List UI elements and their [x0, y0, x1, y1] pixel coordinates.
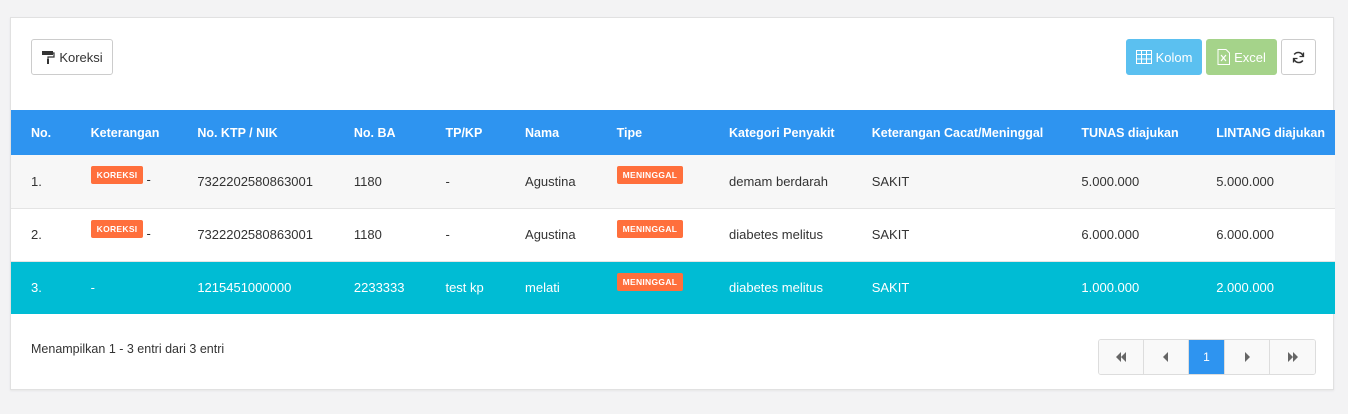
- col-header-ba[interactable]: No. BA: [334, 110, 426, 155]
- table-icon: [1135, 50, 1152, 64]
- cell-keterangan: KOREKSI -: [71, 208, 178, 261]
- cell-keterangan: KOREKSI -: [71, 155, 178, 208]
- pagination-info: Menampilkan 1 - 3 entri dari 3 entri: [31, 342, 225, 356]
- cell-ket-cacat: SAKIT: [871, 227, 910, 242]
- table-row[interactable]: 1. KOREKSI - 7322202580863001 1180 - Agu…: [11, 155, 1335, 208]
- col-header-tpkp[interactable]: TP/KP: [425, 110, 505, 155]
- koreksi-badge[interactable]: KOREKSI: [90, 166, 144, 185]
- excel-file-icon: [1217, 49, 1231, 65]
- col-header-ket-cacat[interactable]: Keterangan Cacat/Meninggal: [852, 110, 1062, 155]
- double-chevron-right-icon: [1287, 352, 1299, 362]
- excel-button[interactable]: Excel: [1206, 39, 1277, 75]
- table-row[interactable]: 2. KOREKSI - 7322202580863001 1180 - Agu…: [11, 208, 1335, 261]
- cell-tipe: MENINGGAL: [597, 155, 709, 208]
- cell-nik: 7322202580863001: [197, 173, 313, 189]
- col-header-keterangan[interactable]: Keterangan: [71, 110, 178, 155]
- table-header-row: No. Keterangan No. KTP / NIK No. BA TP/K…: [11, 110, 1335, 155]
- col-header-lintang[interactable]: LINTANG diajukan: [1196, 110, 1335, 155]
- cell-ket-cacat: SAKIT: [871, 280, 910, 296]
- double-chevron-left-icon: [1115, 352, 1127, 362]
- koreksi-badge[interactable]: KOREKSI: [90, 219, 144, 238]
- col-header-tunas[interactable]: TUNAS diajukan: [1061, 110, 1196, 155]
- cell-nama: melati: [525, 280, 560, 296]
- tipe-badge: MENINGGAL: [616, 166, 684, 185]
- cell-tunas: 1.000.000: [1081, 280, 1140, 296]
- cell-tunas: 6.000.000: [1081, 227, 1140, 242]
- cell-nama: Agustina: [525, 173, 576, 189]
- cell-ba: 1180: [353, 173, 382, 189]
- cell-ket-cacat: SAKIT: [871, 173, 910, 189]
- chevron-right-icon: [1244, 352, 1250, 362]
- cell-tunas: 5.000.000: [1081, 173, 1140, 189]
- koreksi-button-label: Koreksi: [59, 49, 103, 65]
- col-header-kategori[interactable]: Kategori Penyakit: [709, 110, 852, 155]
- excel-button-label: Excel: [1234, 49, 1266, 65]
- cell-ba: 1180: [353, 227, 382, 242]
- cell-tpkp: -: [445, 227, 450, 242]
- cell-lintang: 6.000.000: [1216, 227, 1275, 242]
- refresh-button[interactable]: [1281, 39, 1316, 75]
- cell-nama: Agustina: [525, 227, 576, 242]
- cell-tipe: MENINGGAL: [597, 208, 709, 261]
- cell-tpkp: -: [445, 173, 450, 189]
- cell-no: 1.: [31, 173, 42, 189]
- tipe-badge: MENINGGAL: [616, 219, 684, 238]
- data-table: No. Keterangan No. KTP / NIK No. BA TP/K…: [11, 110, 1335, 314]
- last-page-button[interactable]: [1270, 340, 1315, 374]
- kolom-button[interactable]: Kolom: [1126, 39, 1202, 75]
- col-header-nama[interactable]: Nama: [505, 110, 597, 155]
- page-1-button[interactable]: 1: [1189, 340, 1225, 374]
- prev-page-button[interactable]: [1144, 340, 1189, 374]
- paint-roller-icon: [41, 50, 55, 64]
- cell-ba: 2233333: [353, 280, 405, 296]
- cell-tpkp: test kp: [445, 280, 484, 296]
- kolom-button-label: Kolom: [1155, 49, 1193, 65]
- col-header-tipe[interactable]: Tipe: [597, 110, 709, 155]
- cell-kategori: diabetes melitus: [729, 227, 823, 242]
- first-page-button[interactable]: [1099, 340, 1144, 374]
- tipe-badge: MENINGGAL: [616, 272, 684, 291]
- next-page-button[interactable]: [1225, 340, 1270, 374]
- cell-kategori: diabetes melitus: [729, 280, 823, 296]
- cell-no: 3.: [31, 280, 42, 296]
- cell-lintang: 5.000.000: [1216, 173, 1275, 189]
- cell-no: 2.: [31, 227, 42, 242]
- table-row-selected[interactable]: 3. - 1215451000000 2233333 test kp melat…: [11, 261, 1335, 314]
- cell-nik: 1215451000000: [197, 280, 292, 296]
- cell-keterangan: -: [90, 280, 95, 296]
- col-header-nik[interactable]: No. KTP / NIK: [177, 110, 334, 155]
- keterangan-text: -: [146, 172, 151, 188]
- cell-tipe: MENINGGAL: [597, 261, 709, 314]
- refresh-icon: [1292, 51, 1305, 64]
- cell-kategori: demam berdarah: [729, 173, 828, 189]
- col-header-no[interactable]: No.: [11, 110, 71, 155]
- chevron-left-icon: [1163, 352, 1169, 362]
- koreksi-button[interactable]: Koreksi: [31, 39, 113, 75]
- cell-lintang: 2.000.000: [1216, 280, 1275, 296]
- pagination: 1: [1098, 339, 1316, 375]
- keterangan-text: -: [146, 225, 151, 241]
- cell-nik: 7322202580863001: [197, 227, 313, 242]
- data-panel: Koreksi Kolom Excel No. Keterangan No. K…: [10, 17, 1335, 390]
